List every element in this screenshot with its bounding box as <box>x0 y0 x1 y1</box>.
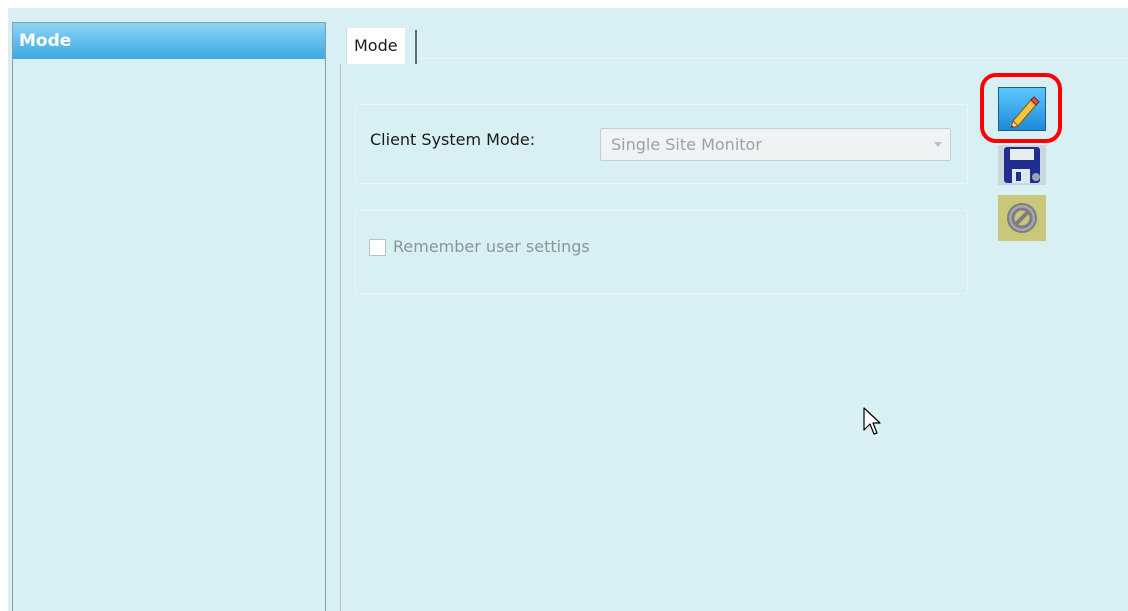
dropdown-arrow-icon <box>934 142 942 147</box>
client-system-mode-label: Client System Mode: <box>370 130 536 149</box>
client-system-mode-value: Single Site Monitor <box>611 135 762 154</box>
floppy-disk-icon <box>1004 147 1040 183</box>
client-system-mode-select[interactable]: Single Site Monitor <box>600 128 951 161</box>
remember-settings-checkbox[interactable] <box>369 239 386 256</box>
pencil-icon <box>1010 96 1040 129</box>
tab-mode[interactable]: Mode <box>346 28 405 64</box>
edit-button[interactable] <box>998 87 1046 131</box>
navigation-panel: Mode <box>12 22 326 611</box>
tab-strip-line <box>417 58 1128 59</box>
cancel-button[interactable] <box>998 195 1046 241</box>
remember-settings-label: Remember user settings <box>393 237 590 256</box>
mouse-pointer-icon <box>863 407 881 435</box>
nav-item-mode[interactable]: Mode <box>13 23 325 59</box>
cancel-circle-icon <box>1007 203 1037 233</box>
save-button[interactable] <box>998 145 1046 185</box>
